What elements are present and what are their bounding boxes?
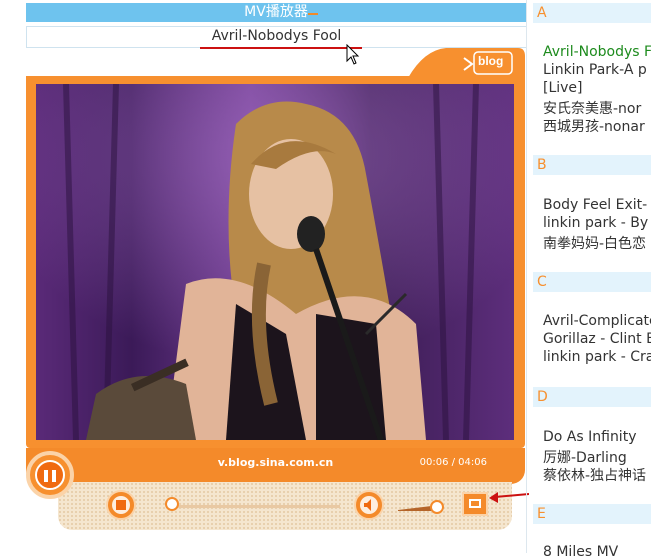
playlist-item[interactable]: Body Feel Exit- <box>543 197 647 213</box>
pause-button[interactable] <box>26 451 74 499</box>
playlist-item[interactable]: linkin park - Cra <box>543 349 651 365</box>
video-frame-image <box>36 84 514 440</box>
playlist-item[interactable]: linkin park - By N <box>543 215 651 231</box>
section-header-e: E <box>533 504 651 524</box>
section-header-a: A <box>533 3 651 23</box>
annotation-arrow-icon <box>489 492 529 503</box>
player-frame-top <box>26 48 525 78</box>
song-title: Avril-Nobodys Fool <box>211 28 342 44</box>
pause-bar-left <box>44 470 48 482</box>
time-display: 00:06 / 04:06 <box>419 457 487 468</box>
playlist-item[interactable]: 8 Miles MV <box>543 544 618 560</box>
section-header-d: D <box>533 387 651 407</box>
playlist-item[interactable]: Do As Infinity <box>543 429 636 445</box>
header-dash <box>308 13 318 15</box>
stop-icon <box>112 496 130 514</box>
section-header-c: C <box>533 272 651 292</box>
volume-button[interactable] <box>354 490 384 520</box>
playlist-item[interactable]: 南拳妈妈-白色恋 <box>543 233 646 253</box>
speaker-icon <box>360 496 378 514</box>
playlist-item[interactable]: [Live] <box>543 80 583 96</box>
column-separator <box>526 0 527 553</box>
player-header-title: MV播放器 <box>244 4 308 20</box>
playlist-item[interactable]: Avril-Complicate <box>543 313 651 329</box>
playlist-item[interactable]: 西城男孩-nonar <box>543 116 645 136</box>
song-title-box: Avril-Nobodys Fool <box>26 26 527 48</box>
player-header: MV播放器 <box>26 3 526 22</box>
stop-button[interactable] <box>106 490 136 520</box>
playlist-item[interactable]: 厉娜-Darling <box>543 447 627 467</box>
pause-icon <box>35 460 65 490</box>
playlist-item[interactable]: Gorillaz - Clint E <box>543 331 651 347</box>
seek-track[interactable] <box>170 505 340 508</box>
pause-bar-right <box>52 470 56 482</box>
playlist-item[interactable]: Linkin Park-A p <box>543 62 647 78</box>
blog-logo: blog <box>478 54 504 68</box>
section-header-b: B <box>533 155 651 175</box>
video-area[interactable] <box>36 84 514 440</box>
playlist-item[interactable]: 安氏奈美惠-nor <box>543 98 641 118</box>
playlist-item[interactable]: Avril-Nobodys F <box>543 44 651 60</box>
fullscreen-button[interactable] <box>462 492 488 516</box>
control-band: v.blog.sina.com.cn 00:06 / 04:06 <box>26 448 525 484</box>
playlist-item[interactable]: 蔡依林-独占神话 <box>543 465 646 485</box>
fullscreen-icon <box>469 499 481 508</box>
